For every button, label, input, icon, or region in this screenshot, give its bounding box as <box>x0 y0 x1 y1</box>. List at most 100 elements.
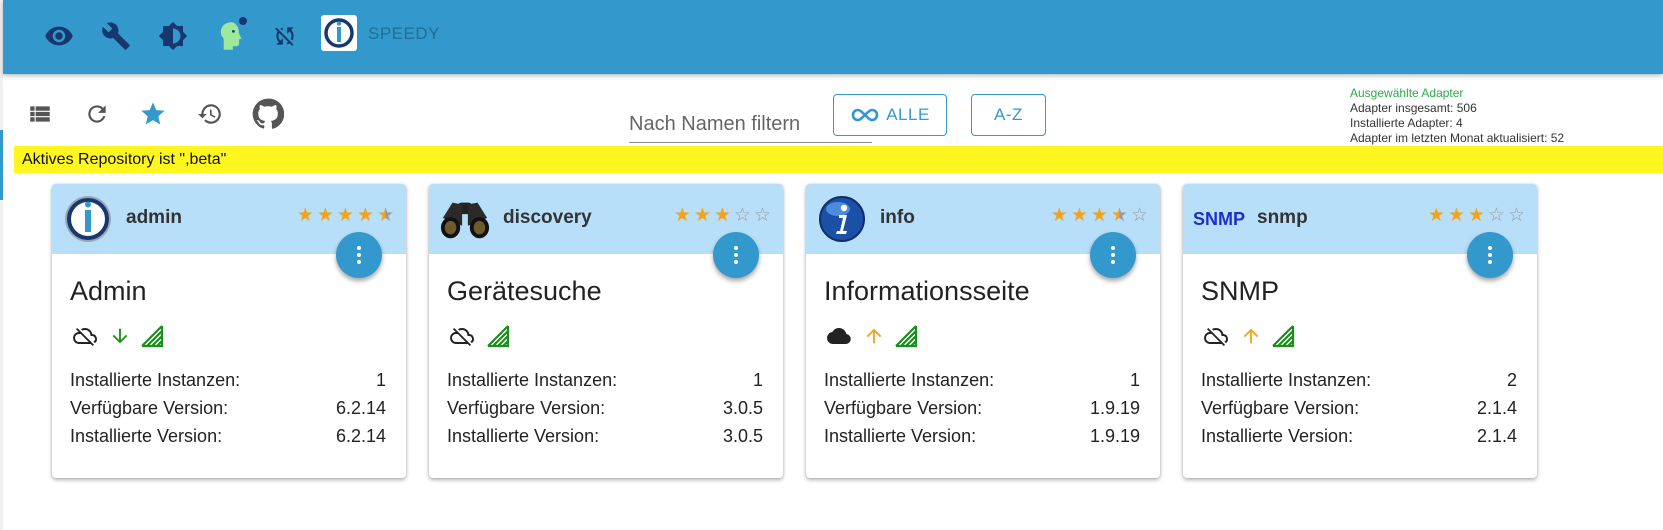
installed-version-value: 2.1.4 <box>1476 426 1517 446</box>
signal-icon <box>141 325 164 348</box>
arrow-down-icon <box>112 328 128 344</box>
adapter-card-info: info ★ ★ ★ ★ ☆ Informationsseite Installiert… <box>806 184 1160 478</box>
sync-disabled-icon[interactable] <box>267 18 303 54</box>
stats-updated: Adapter im letzten Monat aktualisiert: 5… <box>1350 131 1565 145</box>
star-full-icon: ★ <box>316 205 334 226</box>
all-button-label: ALLE <box>886 105 930 124</box>
signal-icon <box>895 325 918 348</box>
rating-stars[interactable]: ★ ★ ★ ☆ ☆ <box>674 206 771 226</box>
star-full-icon: ★ <box>673 205 691 226</box>
stats-selected: Ausgewählte Adapter <box>1350 86 1464 100</box>
left-scroll-marker <box>0 130 3 200</box>
left-edge <box>0 0 3 530</box>
cloud-off-icon <box>450 328 474 346</box>
available-version-row: Verfügbare Version: 3.0.5 <box>447 398 763 419</box>
adapter-name: snmp <box>1257 207 1308 228</box>
star-full-icon: ★ <box>713 205 731 226</box>
instances-label: Installierte Instanzen: <box>1201 370 1372 390</box>
installed-version-row: Installierte Version: 6.2.14 <box>70 426 386 447</box>
adapter-name: info <box>880 207 915 228</box>
installed-version-label: Installierte Version: <box>70 426 223 446</box>
star-full-icon: ★ <box>1070 205 1088 226</box>
cloud-icon <box>827 328 851 344</box>
eye-icon[interactable] <box>41 18 77 54</box>
signal-icon <box>487 325 510 348</box>
installed-version-value: 1.9.19 <box>1089 426 1140 446</box>
adapter-card-discovery: discovery ★ ★ ★ ☆ ☆ Gerätesuche Installierte… <box>429 184 783 478</box>
more-options-button[interactable] <box>1090 232 1136 278</box>
instances-row: Installierte Instanzen: 2 <box>1201 370 1517 391</box>
available-version-value: 2.1.4 <box>1476 398 1517 418</box>
sort-az-button[interactable]: A-Z <box>971 94 1046 136</box>
star-full-icon: ★ <box>296 205 314 226</box>
app-bar: SPEEDY <box>3 0 1663 74</box>
installed-version-row: Installierte Version: 3.0.5 <box>447 426 763 447</box>
wrench-icon[interactable] <box>98 18 134 54</box>
available-version-row: Verfügbare Version: 2.1.4 <box>1201 398 1517 419</box>
rating-stars[interactable]: ★ ★ ★ ★ ☆ <box>1051 206 1148 226</box>
star-empty-icon: ☆ <box>1507 205 1525 226</box>
available-version-row: Verfügbare Version: 6.2.14 <box>70 398 386 419</box>
all-button[interactable]: ALLE <box>833 94 947 136</box>
infinity-icon <box>851 108 879 122</box>
instances-value: 1 <box>375 370 386 390</box>
star-full-icon: ★ <box>336 205 354 226</box>
iobroker-logo[interactable] <box>321 15 357 51</box>
star-full-icon: ★ <box>1467 205 1485 226</box>
more-options-button[interactable] <box>336 232 382 278</box>
more-options-button[interactable] <box>1467 232 1513 278</box>
status-icons <box>70 324 166 348</box>
adapter-stats: Ausgewählte Adapter Adapter insgesamt: 5… <box>1350 86 1564 146</box>
adapter-title: Admin <box>70 276 147 306</box>
rating-stars[interactable]: ★ ★ ★ ☆ ☆ <box>1428 206 1525 226</box>
sort-button-label: A-Z <box>994 105 1023 124</box>
repository-banner: Aktives Repository ist ",beta" <box>14 146 1663 173</box>
refresh-icon[interactable] <box>81 98 113 130</box>
binoculars-icon <box>439 193 491 245</box>
installed-version-label: Installierte Version: <box>447 426 600 446</box>
more-options-button[interactable] <box>713 232 759 278</box>
star-full-icon: ★ <box>693 205 711 226</box>
list-icon[interactable] <box>24 98 56 130</box>
star-full-icon: ★ <box>1427 205 1445 226</box>
installed-version-label: Installierte Version: <box>824 426 977 446</box>
signal-icon <box>1272 325 1295 348</box>
stats-total: Adapter insgesamt: 506 <box>1350 101 1477 115</box>
available-version-label: Verfügbare Version: <box>70 398 229 418</box>
brightness-icon[interactable] <box>155 18 191 54</box>
history-icon[interactable] <box>194 98 226 130</box>
info-logo-icon <box>816 193 868 245</box>
star-half-icon: ★ <box>376 205 394 226</box>
available-version-label: Verfügbare Version: <box>1201 398 1360 418</box>
adapter-title: SNMP <box>1201 276 1280 306</box>
github-icon[interactable] <box>252 98 284 130</box>
available-version-row: Verfügbare Version: 1.9.19 <box>824 398 1140 419</box>
instances-label: Installierte Instanzen: <box>824 370 995 390</box>
status-icons <box>447 324 512 348</box>
adapter-title: Informationsseite <box>824 276 1030 306</box>
cloud-off-icon <box>1204 328 1228 346</box>
star-full-icon: ★ <box>1090 205 1108 226</box>
stats-installed: Installierte Adapter: 4 <box>1350 116 1463 130</box>
available-version-label: Verfügbare Version: <box>447 398 606 418</box>
adapter-title: Gerätesuche <box>447 276 602 306</box>
installed-version-row: Installierte Version: 2.1.4 <box>1201 426 1517 447</box>
star-full-icon: ★ <box>1447 205 1465 226</box>
installed-version-label: Installierte Version: <box>1201 426 1354 446</box>
cloud-off-icon <box>73 328 97 346</box>
star-empty-icon: ☆ <box>753 205 771 226</box>
available-version-value: 1.9.19 <box>1089 398 1140 418</box>
status-icons <box>1201 324 1297 348</box>
star-empty-icon: ☆ <box>733 205 751 226</box>
notification-dot <box>239 17 247 25</box>
available-version-value: 6.2.14 <box>335 398 386 418</box>
admin-logo-icon <box>62 193 114 245</box>
rating-stars[interactable]: ★ ★ ★ ★ ★ <box>297 206 394 226</box>
star-full-icon: ★ <box>356 205 374 226</box>
star-icon[interactable] <box>137 98 169 130</box>
star-half-icon: ★ <box>1110 205 1128 226</box>
star-full-icon: ★ <box>1050 205 1068 226</box>
instances-label: Installierte Instanzen: <box>447 370 618 390</box>
installed-version-row: Installierte Version: 1.9.19 <box>824 426 1140 447</box>
adapter-card-snmp: SNMP snmp ★ ★ ★ ☆ ☆ SNMP Installierte Instan… <box>1183 184 1537 478</box>
